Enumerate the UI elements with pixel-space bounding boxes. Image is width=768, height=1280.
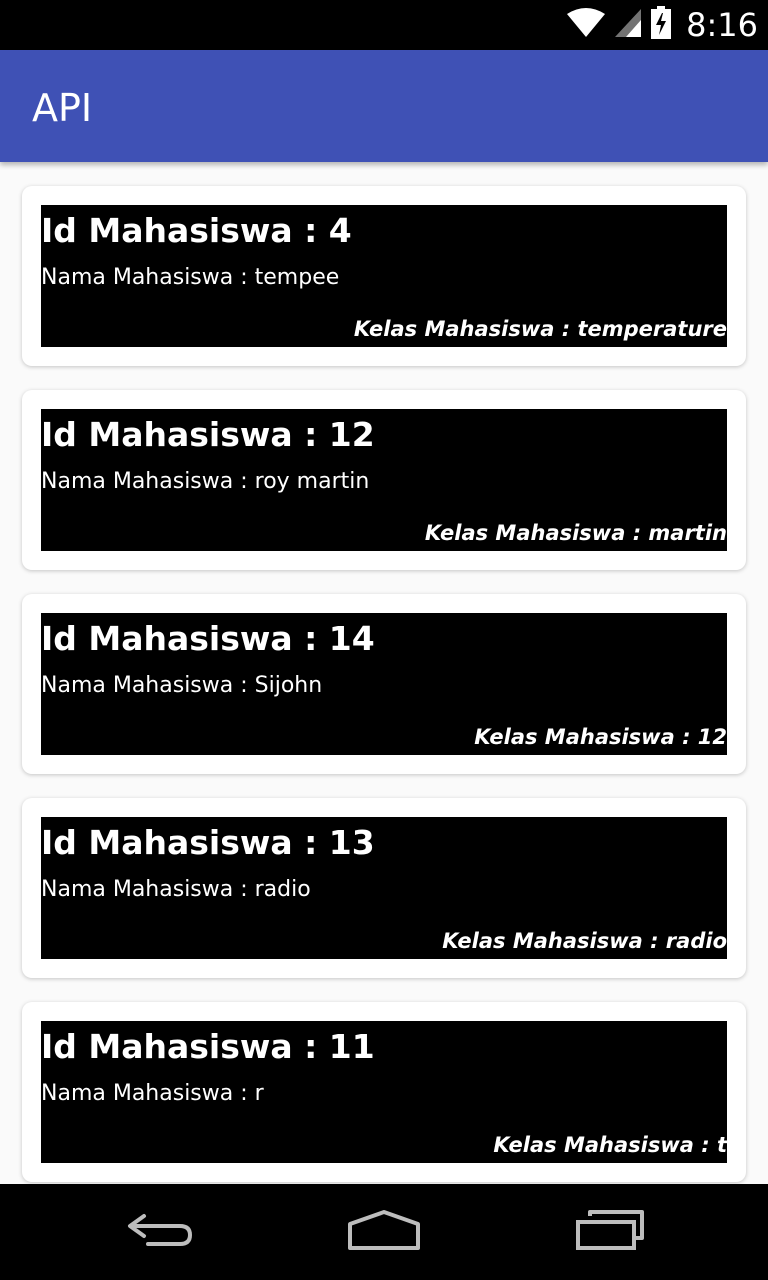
wifi-icon: [566, 7, 606, 43]
mahasiswa-nama: Nama Mahasiswa : tempee: [41, 265, 340, 290]
list-item[interactable]: Id Mahasiswa : 4 Nama Mahasiswa : tempee…: [22, 186, 746, 366]
cell-signal-icon: [614, 8, 642, 43]
mahasiswa-list[interactable]: Id Mahasiswa : 4 Nama Mahasiswa : tempee…: [0, 162, 768, 1184]
mahasiswa-id: Id Mahasiswa : 12: [41, 415, 375, 454]
home-icon: [346, 1208, 422, 1257]
card-content: Id Mahasiswa : 12 Nama Mahasiswa : roy m…: [41, 409, 727, 551]
mahasiswa-id: Id Mahasiswa : 13: [41, 823, 375, 862]
status-bar: 8:16: [0, 0, 768, 50]
mahasiswa-nama: Nama Mahasiswa : Sijohn: [41, 673, 323, 698]
card-content: Id Mahasiswa : 13 Nama Mahasiswa : radio…: [41, 817, 727, 959]
mahasiswa-kelas: Kelas Mahasiswa : martin: [424, 521, 727, 545]
back-icon: [124, 1210, 196, 1255]
list-item[interactable]: Id Mahasiswa : 11 Nama Mahasiswa : r Kel…: [22, 1002, 746, 1182]
card-content: Id Mahasiswa : 4 Nama Mahasiswa : tempee…: [41, 205, 727, 347]
status-icons: 8:16: [566, 0, 758, 50]
mahasiswa-nama: Nama Mahasiswa : r: [41, 1081, 264, 1106]
mahasiswa-kelas: Kelas Mahasiswa : temperature: [353, 317, 727, 341]
mahasiswa-nama: Nama Mahasiswa : radio: [41, 877, 311, 902]
mahasiswa-kelas: Kelas Mahasiswa : 12: [474, 725, 727, 749]
mahasiswa-id: Id Mahasiswa : 11: [41, 1027, 375, 1066]
status-time: 8:16: [686, 6, 758, 44]
list-item[interactable]: Id Mahasiswa : 13 Nama Mahasiswa : radio…: [22, 798, 746, 978]
list-item[interactable]: Id Mahasiswa : 14 Nama Mahasiswa : Sijoh…: [22, 594, 746, 774]
back-button[interactable]: [115, 1202, 205, 1262]
mahasiswa-kelas: Kelas Mahasiswa : t: [493, 1133, 727, 1157]
mahasiswa-nama: Nama Mahasiswa : roy martin: [41, 469, 370, 494]
card-content: Id Mahasiswa : 11 Nama Mahasiswa : r Kel…: [41, 1021, 727, 1163]
navigation-bar: [0, 1184, 768, 1280]
mahasiswa-id: Id Mahasiswa : 4: [41, 211, 352, 250]
card-content: Id Mahasiswa : 14 Nama Mahasiswa : Sijoh…: [41, 613, 727, 755]
home-button[interactable]: [339, 1202, 429, 1262]
list-item[interactable]: Id Mahasiswa : 12 Nama Mahasiswa : roy m…: [22, 390, 746, 570]
mahasiswa-kelas: Kelas Mahasiswa : radio: [442, 929, 727, 953]
mahasiswa-id: Id Mahasiswa : 14: [41, 619, 375, 658]
battery-charging-icon: [650, 5, 672, 45]
recents-button[interactable]: [565, 1202, 655, 1262]
app-bar: API: [0, 50, 768, 162]
app-title: API: [32, 86, 93, 130]
recents-icon: [574, 1208, 646, 1257]
